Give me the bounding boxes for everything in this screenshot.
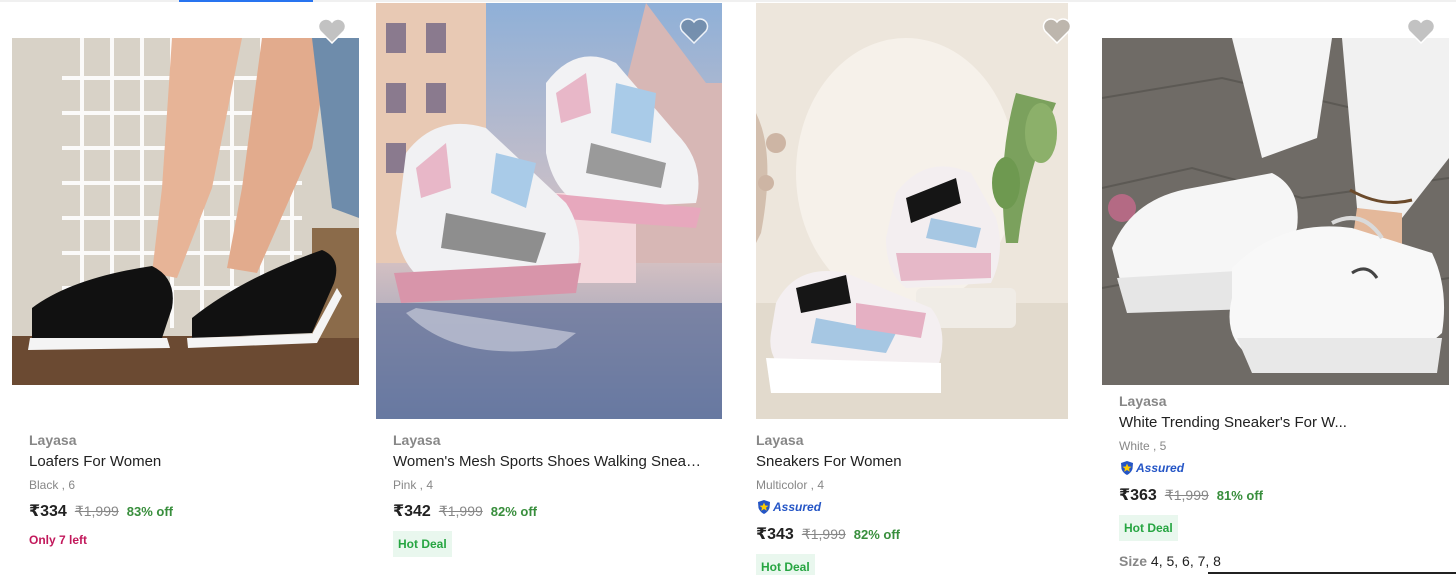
size-underline xyxy=(1208,572,1456,574)
assured-badge: Assured xyxy=(756,499,1098,515)
price-row: ₹363 ₹1,999 81% off xyxy=(1119,485,1456,505)
product-variant: Multicolor , 4 xyxy=(756,478,825,492)
stock-note: Only 7 left xyxy=(29,533,88,547)
product-info: Layasa White Trending Sneaker's For W...… xyxy=(1119,393,1456,569)
selling-price: ₹334 xyxy=(29,503,67,520)
product-info: Layasa Sneakers For Women Multicolor , 4… xyxy=(756,432,1098,575)
price-row: ₹334 ₹1,999 83% off xyxy=(29,501,372,521)
product-image[interactable] xyxy=(12,38,359,385)
original-price: ₹1,999 xyxy=(74,503,119,519)
white-chunky-sneakers-image xyxy=(1102,38,1449,385)
wishlist-heart-icon[interactable] xyxy=(679,18,709,45)
black-loafers-image xyxy=(12,38,359,385)
selling-price: ₹342 xyxy=(393,503,431,520)
original-price: ₹1,999 xyxy=(801,526,846,542)
product-image[interactable] xyxy=(756,3,1068,419)
wishlist-heart-icon[interactable] xyxy=(317,18,347,45)
product-card[interactable]: Layasa Loafers For Women Black , 6 ₹334 … xyxy=(0,0,372,575)
selling-price: ₹363 xyxy=(1119,487,1157,504)
assured-label: Assured xyxy=(773,500,822,514)
assured-badge: Assured xyxy=(1119,460,1456,476)
assured-label: Assured xyxy=(1136,461,1185,475)
product-card[interactable]: Layasa Sneakers For Women Multicolor , 4… xyxy=(736,0,1098,575)
original-price: ₹1,999 xyxy=(1164,487,1209,503)
product-variant: White , 5 xyxy=(1119,439,1167,453)
product-brand: Layasa xyxy=(29,432,77,448)
price-row: ₹343 ₹1,999 82% off xyxy=(756,524,1098,544)
multicolor-sneakers-image xyxy=(756,3,1068,419)
product-card[interactable]: Layasa White Trending Sneaker's For W...… xyxy=(1098,0,1456,575)
size-options[interactable]: Size 4, 5, 6, 7, 8 xyxy=(1119,553,1456,569)
price-row: ₹342 ₹1,999 82% off xyxy=(393,501,736,521)
size-label: Size xyxy=(1119,553,1148,569)
assured-shield-icon xyxy=(1121,461,1133,475)
hot-deal-badge: Hot Deal xyxy=(756,554,815,575)
assured-shield-icon xyxy=(758,500,770,514)
hot-deal-badge: Hot Deal xyxy=(1119,515,1178,541)
product-brand: Layasa xyxy=(393,432,441,448)
discount-percent: 81% off xyxy=(1216,488,1264,503)
size-values: 4, 5, 6, 7, 8 xyxy=(1150,553,1221,569)
selling-price: ₹343 xyxy=(756,526,794,543)
product-brand: Layasa xyxy=(756,432,804,448)
discount-percent: 82% off xyxy=(853,527,901,542)
pink-sneakers-image xyxy=(376,3,722,419)
product-card[interactable]: Layasa Women's Mesh Sports Shoes Walking… xyxy=(372,0,736,575)
original-price: ₹1,999 xyxy=(438,503,483,519)
product-info: Layasa Loafers For Women Black , 6 ₹334 … xyxy=(29,432,372,547)
product-image[interactable] xyxy=(1102,38,1449,385)
product-info: Layasa Women's Mesh Sports Shoes Walking… xyxy=(393,432,736,557)
wishlist-heart-icon[interactable] xyxy=(1406,18,1436,45)
product-title[interactable]: Loafers For Women xyxy=(29,453,339,471)
discount-percent: 83% off xyxy=(126,504,174,519)
product-title[interactable]: White Trending Sneaker's For W... xyxy=(1119,414,1429,432)
wishlist-heart-icon[interactable] xyxy=(1042,18,1072,45)
product-variant: Pink , 4 xyxy=(393,478,434,492)
product-brand: Layasa xyxy=(1119,393,1167,409)
product-title[interactable]: Sneakers For Women xyxy=(756,453,1066,471)
product-title[interactable]: Women's Mesh Sports Shoes Walking Sneak.… xyxy=(393,453,703,471)
discount-percent: 82% off xyxy=(490,504,538,519)
hot-deal-badge: Hot Deal xyxy=(393,531,452,557)
product-image[interactable] xyxy=(376,3,722,419)
product-variant: Black , 6 xyxy=(29,478,76,492)
